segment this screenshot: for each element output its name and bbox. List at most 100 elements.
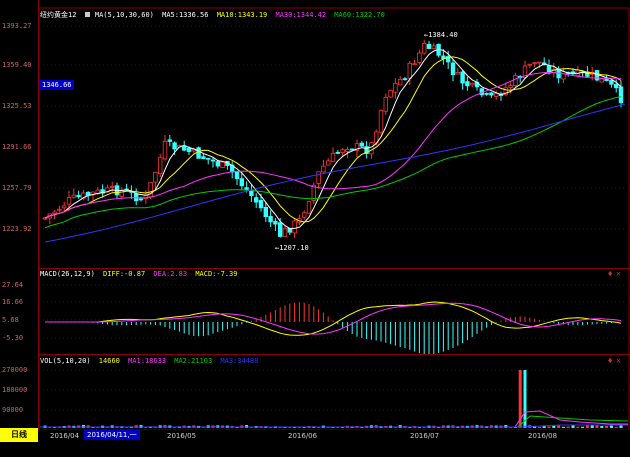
candle-body [119, 189, 124, 197]
candle-body [527, 63, 532, 66]
candle-body [172, 142, 177, 150]
ma5-label: MA5:1336.56 [162, 11, 209, 19]
pane-separator-macd[interactable] [38, 268, 630, 269]
x-label-apr: 2016/04 [50, 432, 80, 440]
volume-bar [595, 425, 599, 428]
candle-body [469, 82, 475, 86]
candle-body [455, 72, 460, 75]
square-icon [84, 12, 90, 17]
candle-body [301, 212, 307, 218]
vol-pane-menu-icon[interactable]: ♦ × [607, 357, 621, 365]
candle-body [460, 71, 465, 84]
candle-body [330, 152, 336, 163]
instrument-title: 纽约黄金12 [40, 11, 77, 19]
volume-bar [585, 425, 589, 428]
candle-body [513, 75, 518, 86]
y-tick-4: 1291.66 [2, 143, 32, 151]
candle-body [508, 85, 513, 88]
volume-bar [537, 426, 541, 428]
candle-body [162, 140, 168, 160]
candle-body [210, 159, 216, 162]
period-tab-daily[interactable]: 日线 [0, 428, 38, 442]
macd-params-label: MACD(26,12,9) [40, 270, 95, 278]
candle-body [369, 142, 374, 155]
chart-border [38, 7, 630, 431]
candle-body [532, 62, 537, 65]
candle-body [412, 63, 417, 66]
current-price-tag: 1346.66 [40, 80, 74, 90]
candle-body [417, 52, 422, 63]
volume-bar [571, 425, 575, 428]
candle-body [76, 194, 81, 198]
ma30-label: MA30:1344.42 [275, 11, 327, 19]
candle-body [561, 71, 566, 80]
vol-y-tick-2: 180000 [2, 386, 28, 394]
x-label-aug: 2016/08 [528, 432, 558, 440]
macd-diff-line [45, 301, 622, 336]
candle-body [71, 194, 76, 198]
pane-separator-vol[interactable] [38, 354, 630, 355]
ma-params-label: MA(5,10,30,60) [94, 11, 154, 19]
volume-bar [605, 425, 609, 428]
candle-body [489, 92, 494, 96]
candle-body [335, 151, 340, 154]
macd-pane-menu-icon[interactable]: ♦ × [607, 270, 621, 278]
chart-window: 纽约黄金12 MA(5,10,30,60) MA5:1336.56 MA10:1… [0, 0, 630, 457]
kline-chart-canvas[interactable] [0, 0, 630, 457]
candle-body [614, 84, 619, 89]
macd-diff-label: DIFF:-0.87 [103, 270, 146, 278]
x-label-jun: 2016/06 [288, 432, 318, 440]
vol-y-tick-1: 270000 [2, 366, 28, 374]
candle-body [239, 178, 244, 187]
candle-body [66, 197, 72, 205]
candle-body [205, 157, 211, 160]
candle-body [609, 80, 614, 85]
candle-body [186, 147, 192, 152]
ma10-label: MA10:1343.19 [216, 11, 268, 19]
vol-y-tick-3: 90000 [2, 406, 24, 414]
vol-ma1-label: MA1:18633 [128, 357, 167, 365]
volume-bar [619, 425, 623, 428]
volume-bar [590, 425, 594, 428]
vol-pane-header: VOL(5,10,20) 14660 MA1:18633 MA2:21103 M… [40, 357, 262, 366]
candle-body [604, 78, 609, 81]
vol-ma2-label: MA2:21103 [174, 357, 213, 365]
vol-ma3-label: MA3:34488 [220, 357, 259, 365]
candle-body [306, 201, 312, 214]
candle-body [292, 220, 297, 234]
candle-body [196, 147, 201, 159]
candle-body [407, 62, 412, 79]
candle-body [359, 142, 364, 147]
candle-body [450, 62, 456, 76]
y-tick-1: 1393.27 [2, 22, 32, 30]
volume-bar [561, 426, 565, 428]
candle-body [138, 198, 144, 201]
y-tick-2: 1359.40 [2, 61, 32, 69]
candle-body [153, 171, 158, 183]
macd-value-label: MACD:-7.39 [195, 270, 238, 278]
candle-body [220, 161, 225, 168]
candle-body [383, 97, 388, 112]
ma60-line [44, 96, 622, 229]
candle-body [431, 45, 436, 49]
ma60-label: MA60:1322.70 [334, 11, 385, 19]
volume-bar [614, 426, 618, 428]
candle-body [426, 43, 432, 49]
candle-body [325, 160, 331, 166]
candle-body [282, 227, 288, 237]
ma-long-line [44, 103, 626, 243]
candle-body [110, 186, 115, 188]
macd-dea-line [45, 302, 622, 335]
candle-body [465, 81, 470, 87]
macd-pane-header: MACD(26,12,9) DIFF:-0.87 DEA:2.83 MACD:-… [40, 270, 241, 279]
y-tick-6: 1223.92 [2, 225, 32, 233]
axis-separator [38, 0, 39, 440]
candle-body [537, 61, 542, 64]
candle-body [493, 93, 499, 97]
y-tick-3: 1325.53 [2, 102, 32, 110]
candle-body [167, 139, 172, 142]
candle-body [388, 90, 393, 98]
candle-body [258, 200, 264, 209]
vol-value-label: 14660 [98, 357, 120, 365]
candle-body [340, 149, 345, 153]
